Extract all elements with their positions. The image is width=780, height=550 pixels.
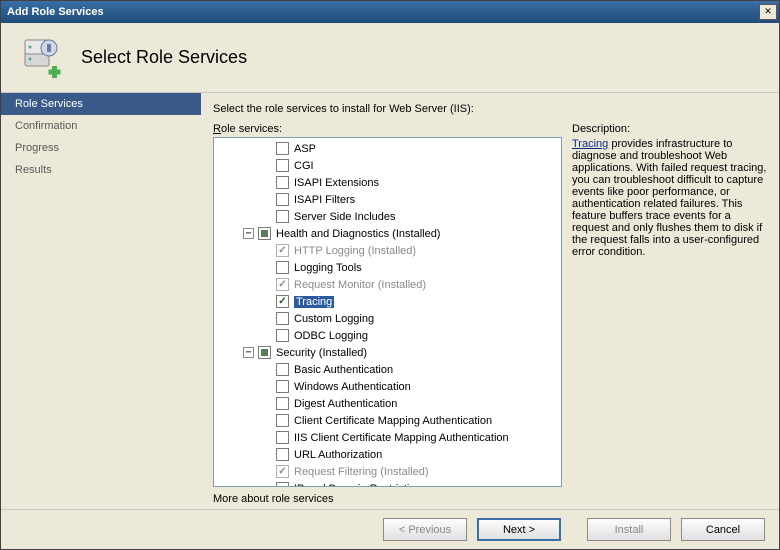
checkbox[interactable] bbox=[258, 227, 271, 240]
step-results[interactable]: Results bbox=[1, 159, 201, 181]
step-confirmation[interactable]: Confirmation bbox=[1, 115, 201, 137]
tree-item[interactable]: ISAPI Filters bbox=[214, 191, 561, 208]
tree-item[interactable]: Client Certificate Mapping Authenticatio… bbox=[214, 412, 561, 429]
expander-icon[interactable]: − bbox=[243, 347, 254, 358]
checkbox bbox=[276, 278, 289, 291]
tree-item[interactable]: IP and Domain Restrictions bbox=[214, 480, 561, 487]
tree-item-label[interactable]: Basic Authentication bbox=[294, 364, 393, 376]
expander-icon[interactable]: − bbox=[243, 228, 254, 239]
tree-item-label[interactable]: IP and Domain Restrictions bbox=[294, 483, 427, 488]
tree-item-label[interactable]: CGI bbox=[294, 160, 314, 172]
checkbox[interactable] bbox=[276, 295, 289, 308]
tree-item[interactable]: HTTP Logging (Installed) bbox=[214, 242, 561, 259]
tree-item[interactable]: ASP bbox=[214, 140, 561, 157]
tree-item-label[interactable]: Request Monitor (Installed) bbox=[294, 279, 426, 291]
page-heading: Select Role Services bbox=[81, 47, 247, 68]
description-link[interactable]: Tracing bbox=[572, 138, 608, 150]
tree-item[interactable]: Basic Authentication bbox=[214, 361, 561, 378]
checkbox[interactable] bbox=[276, 210, 289, 223]
tree-item-label[interactable]: ODBC Logging bbox=[294, 330, 368, 342]
tree-item[interactable]: IIS Client Certificate Mapping Authentic… bbox=[214, 429, 561, 446]
checkbox[interactable] bbox=[276, 397, 289, 410]
checkbox[interactable] bbox=[276, 312, 289, 325]
titlebar: Add Role Services ✕ bbox=[1, 1, 779, 23]
checkbox[interactable] bbox=[276, 329, 289, 342]
step-role-services[interactable]: Role Services bbox=[1, 93, 201, 115]
description-heading: Description: bbox=[572, 123, 767, 135]
next-button[interactable]: Next > bbox=[477, 518, 561, 541]
role-services-column: Role services: ASP CGI ISAPI Extensions ISA… bbox=[213, 123, 562, 505]
steps-sidebar: Role ServicesConfirmationProgressResults bbox=[1, 93, 201, 509]
checkbox[interactable] bbox=[276, 482, 289, 487]
checkbox[interactable] bbox=[276, 159, 289, 172]
server-role-icon bbox=[21, 36, 65, 80]
install-button: Install bbox=[587, 518, 671, 541]
content-columns: Role services: ASP CGI ISAPI Extensions ISA… bbox=[213, 123, 767, 505]
checkbox[interactable] bbox=[276, 193, 289, 206]
tree-item[interactable]: Tracing bbox=[214, 293, 561, 310]
checkbox bbox=[276, 465, 289, 478]
checkbox[interactable] bbox=[276, 431, 289, 444]
tree-item[interactable]: Server Side Includes bbox=[214, 208, 561, 225]
checkbox[interactable] bbox=[276, 448, 289, 461]
description-body: Tracing provides infrastructure to diagn… bbox=[572, 138, 767, 258]
window-title: Add Role Services bbox=[7, 6, 759, 18]
tree-item-label[interactable]: Server Side Includes bbox=[294, 211, 396, 223]
tree-item[interactable]: ODBC Logging bbox=[214, 327, 561, 344]
tree-item[interactable]: Request Filtering (Installed) bbox=[214, 463, 561, 480]
tree-item[interactable]: Custom Logging bbox=[214, 310, 561, 327]
footer: < Previous Next > Install Cancel bbox=[1, 509, 779, 549]
tree-item-label[interactable]: ISAPI Filters bbox=[294, 194, 355, 206]
step-progress[interactable]: Progress bbox=[1, 137, 201, 159]
checkbox[interactable] bbox=[276, 414, 289, 427]
role-services-tree[interactable]: ASP CGI ISAPI Extensions ISAPI Filters Serve… bbox=[213, 137, 562, 487]
tree-item[interactable]: Digest Authentication bbox=[214, 395, 561, 412]
more-about-link[interactable]: More about role services bbox=[213, 493, 333, 505]
checkbox bbox=[276, 244, 289, 257]
tree-item-label[interactable]: Tracing bbox=[294, 296, 334, 308]
tree-item[interactable]: − Security (Installed) bbox=[214, 344, 561, 361]
wizard-window: Add Role Services ✕ Select Role Services… bbox=[0, 0, 780, 550]
tree-item-label[interactable]: URL Authorization bbox=[294, 449, 382, 461]
tree-item-label[interactable]: ISAPI Extensions bbox=[294, 177, 379, 189]
tree-item[interactable]: − Health and Diagnostics (Installed) bbox=[214, 225, 561, 242]
tree-item-label[interactable]: ASP bbox=[294, 143, 316, 155]
close-icon[interactable]: ✕ bbox=[759, 4, 777, 20]
tree-item-label[interactable]: Security (Installed) bbox=[276, 347, 367, 359]
checkbox[interactable] bbox=[258, 346, 271, 359]
description-text: provides infrastructure to diagnose and … bbox=[572, 138, 766, 258]
description-panel: Description: Tracing provides infrastruc… bbox=[572, 123, 767, 505]
tree-label: Role services: bbox=[213, 123, 562, 135]
tree-item[interactable]: URL Authorization bbox=[214, 446, 561, 463]
previous-button: < Previous bbox=[383, 518, 467, 541]
more-link-row: More about role services bbox=[213, 493, 562, 505]
checkbox[interactable] bbox=[276, 261, 289, 274]
tree-item-label[interactable]: Windows Authentication bbox=[294, 381, 411, 393]
prompt-text: Select the role services to install for … bbox=[213, 103, 767, 115]
tree-item-label[interactable]: Custom Logging bbox=[294, 313, 374, 325]
main-panel: Select the role services to install for … bbox=[201, 93, 779, 509]
body: Role ServicesConfirmationProgressResults… bbox=[1, 93, 779, 509]
tree-item-label[interactable]: Logging Tools bbox=[294, 262, 362, 274]
tree-item[interactable]: ISAPI Extensions bbox=[214, 174, 561, 191]
tree-item-label[interactable]: Client Certificate Mapping Authenticatio… bbox=[294, 415, 492, 427]
checkbox[interactable] bbox=[276, 176, 289, 189]
tree-item-label[interactable]: Health and Diagnostics (Installed) bbox=[276, 228, 440, 240]
header: Select Role Services bbox=[1, 23, 779, 93]
checkbox[interactable] bbox=[276, 142, 289, 155]
tree-item-label[interactable]: IIS Client Certificate Mapping Authentic… bbox=[294, 432, 509, 444]
checkbox[interactable] bbox=[276, 363, 289, 376]
tree-item[interactable]: Logging Tools bbox=[214, 259, 561, 276]
tree-item[interactable]: Windows Authentication bbox=[214, 378, 561, 395]
tree-item[interactable]: CGI bbox=[214, 157, 561, 174]
tree-item-label[interactable]: HTTP Logging (Installed) bbox=[294, 245, 416, 257]
tree-item[interactable]: Request Monitor (Installed) bbox=[214, 276, 561, 293]
tree-item-label[interactable]: Digest Authentication bbox=[294, 398, 397, 410]
checkbox[interactable] bbox=[276, 380, 289, 393]
tree-item-label[interactable]: Request Filtering (Installed) bbox=[294, 466, 429, 478]
cancel-button[interactable]: Cancel bbox=[681, 518, 765, 541]
